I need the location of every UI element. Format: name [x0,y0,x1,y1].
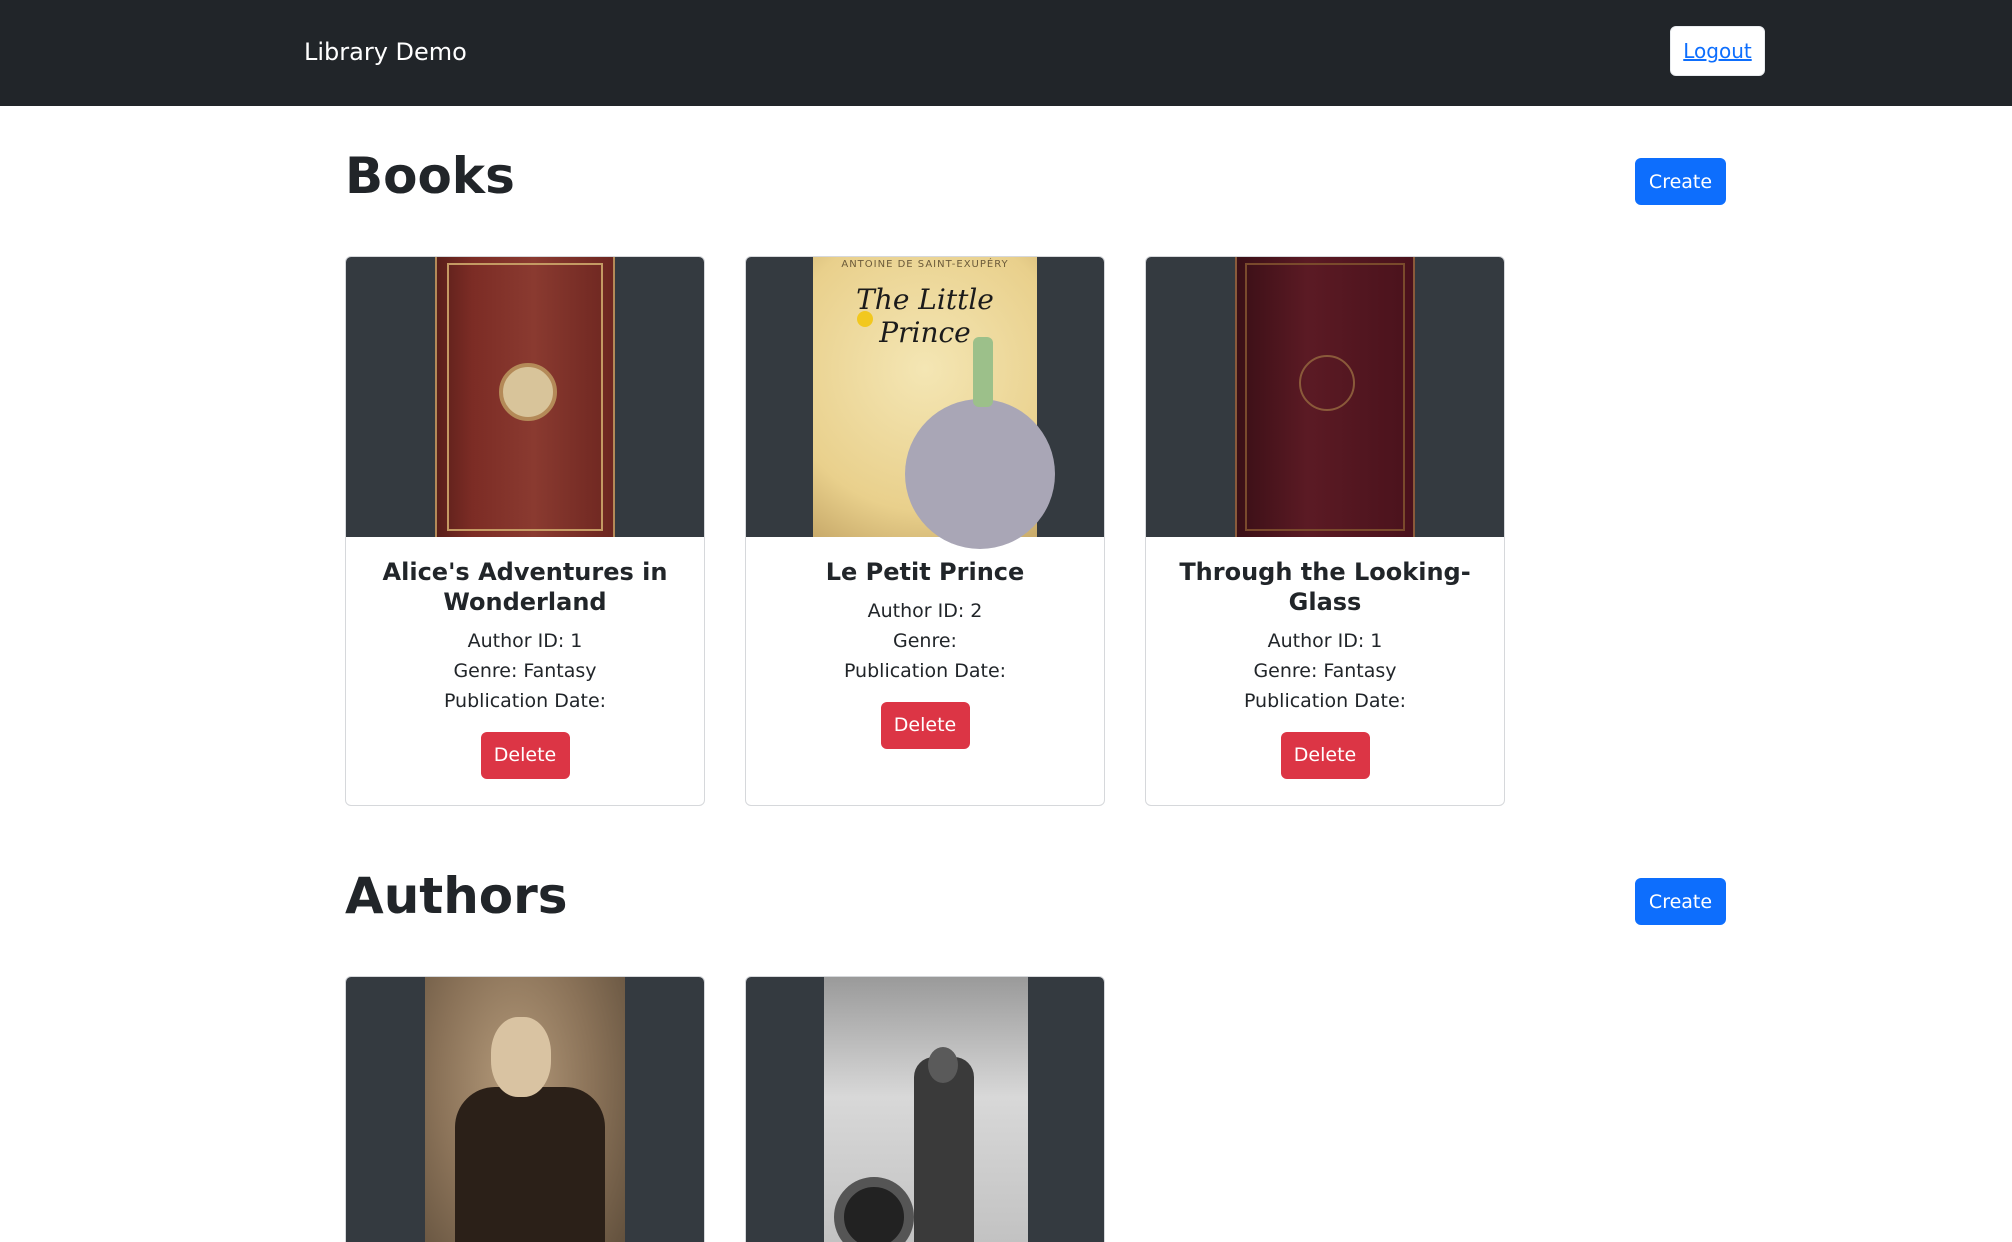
book-author-id: Author ID: 1 [1267,630,1383,652]
books-heading: Books [345,147,515,205]
logout-button[interactable]: Logout [1670,26,1765,76]
create-author-button[interactable]: Create [1635,878,1726,925]
portrait-figure [914,1057,974,1242]
book-genre: Genre: Fantasy [1253,660,1397,682]
planet-icon [905,399,1055,549]
book-genre: Genre: [893,630,957,652]
author-card-1 [345,976,705,1242]
book-publication-date: Publication Date: [843,660,1007,682]
book-title: Le Petit Prince [825,558,1025,586]
prince-figure-icon [973,337,993,407]
author-portrait-sepia [425,977,625,1242]
book-author-id: Author ID: 1 [467,630,583,652]
delete-book-button[interactable]: Delete [1280,732,1370,779]
author-portrait-bw [824,977,1028,1242]
book-cover-image [346,257,704,537]
book-card-2: ANTOINE DE SAINT-EXUPÉRY The Little Prin… [745,256,1105,806]
delete-book-button[interactable]: Delete [480,732,570,779]
book-publication-date: Publication Date: [443,690,607,712]
create-book-button[interactable]: Create [1635,158,1726,205]
brand-title[interactable]: Library Demo [304,36,467,68]
star-icon [857,311,873,327]
book-card-1: Alice's Adventures in Wonderland Author … [345,256,705,806]
book-cover-image [1146,257,1504,537]
delete-book-button[interactable]: Delete [880,702,970,749]
book-card-3: Through the Looking-Glass Author ID: 1 G… [1145,256,1505,806]
aircraft-wheel [834,1177,914,1242]
author-card-2 [745,976,1105,1242]
cover-medallion-icon [499,363,557,421]
cover-title-text: The Little Prince [856,283,994,349]
portrait-coat [455,1087,605,1242]
book-title: Alice's Adventures in Wonderland [382,558,668,616]
author-photo [746,977,1104,1242]
looking-glass-cover [1235,257,1415,537]
little-prince-cover: ANTOINE DE SAINT-EXUPÉRY The Little Prin… [813,257,1055,549]
cover-medallion-icon [1299,355,1355,411]
book-genre: Genre: Fantasy [453,660,597,682]
cover-author-text: ANTOINE DE SAINT-EXUPÉRY [841,259,1009,270]
book-title: Through the Looking-Glass [1179,558,1471,616]
book-publication-date: Publication Date: [1243,690,1407,712]
navbar: Library Demo Logout [0,0,2012,106]
author-photo [346,977,704,1242]
authors-heading: Authors [345,867,568,925]
logout-label[interactable]: Logout [1683,39,1751,63]
portrait-head [928,1047,958,1083]
book-author-id: Author ID: 2 [867,600,983,622]
book-cover-image: ANTOINE DE SAINT-EXUPÉRY The Little Prin… [746,257,1104,549]
portrait-face [491,1017,551,1097]
alice-cover [435,257,615,537]
